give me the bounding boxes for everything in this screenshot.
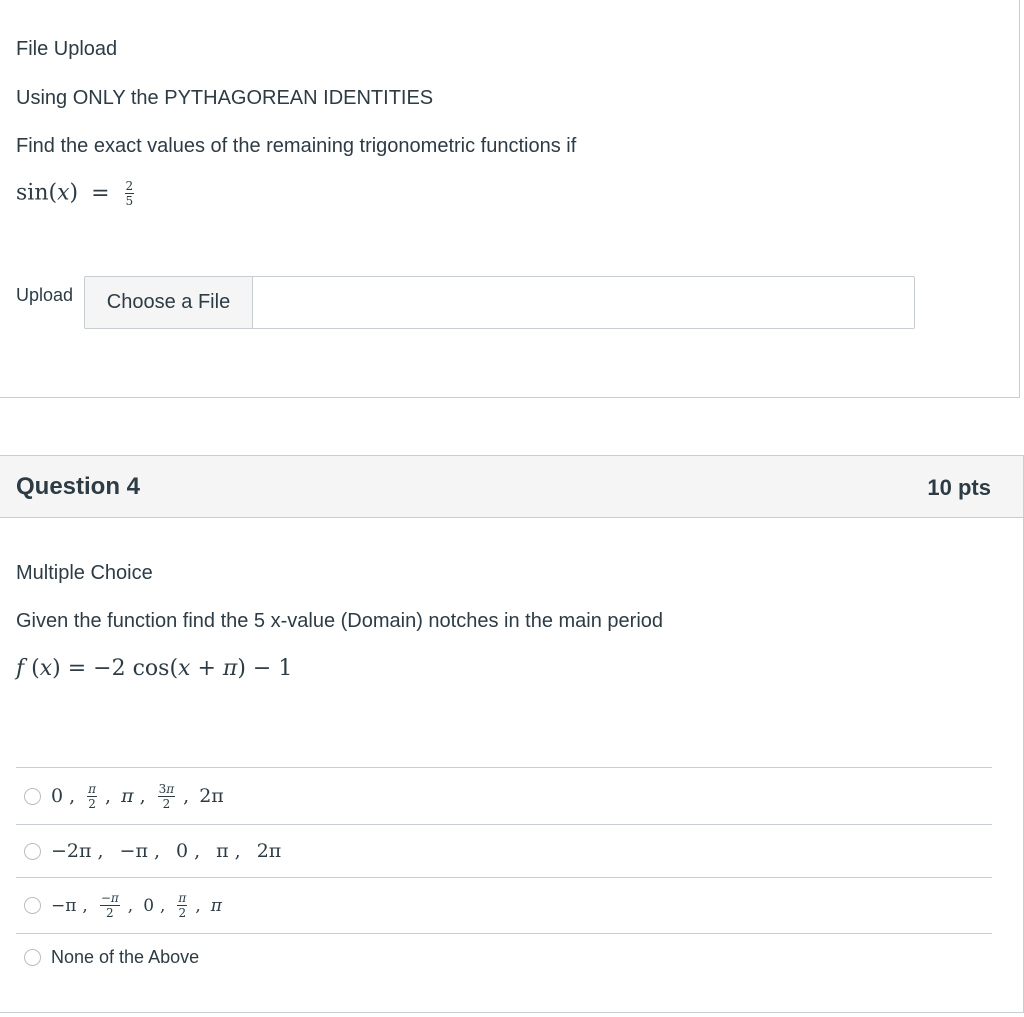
answer-text: None of the Above xyxy=(51,947,200,967)
answer-math: 0, π2, π, 3π 2, 2π xyxy=(51,781,224,811)
answer-option-1[interactable]: 0, π2, π, 3π 2, 2π xyxy=(16,767,992,824)
sin-equation: sin(x) = 2 5 xyxy=(16,179,135,208)
answer-math: −2π, −π, 0, π, 2π xyxy=(51,840,282,862)
answer-list: 0, π2, π, 3π 2, 2π −2π, −π, 0, π, 2π −π, … xyxy=(16,767,992,981)
radio-button[interactable] xyxy=(24,787,41,805)
question-points: 10 pts xyxy=(927,475,991,500)
radio-button[interactable] xyxy=(24,949,41,966)
answer-math: −π, −π 2, 0, π2, π xyxy=(51,891,222,920)
question-instruction: Using ONLY the PYTHAGOREAN IDENTITIES xyxy=(16,87,434,109)
choose-file-button[interactable]: Choose a File xyxy=(85,277,253,328)
question-title: Question 4 xyxy=(16,473,141,500)
answer-option-4[interactable]: None of the Above xyxy=(16,933,992,981)
question-4-panel: Question 4 10 pts Multiple Choice Given … xyxy=(0,455,1024,1013)
question-type-label: Multiple Choice xyxy=(16,562,153,584)
function-equation: f (x) = −2 cos(x + π) − 1 xyxy=(16,656,293,681)
radio-button[interactable] xyxy=(24,897,41,914)
question-3-panel: File Upload Using ONLY the PYTHAGOREAN I… xyxy=(0,0,1020,398)
question-prompt: Given the function find the 5 x-value (D… xyxy=(16,610,664,632)
upload-label: Upload xyxy=(16,285,74,305)
question-prompt: Find the exact values of the remaining t… xyxy=(16,135,577,157)
question-header: Question 4 10 pts xyxy=(0,456,1023,518)
radio-button[interactable] xyxy=(24,842,41,860)
answer-option-2[interactable]: −2π, −π, 0, π, 2π xyxy=(16,824,992,877)
file-upload-field[interactable]: Choose a File xyxy=(84,276,915,329)
question-type-label: File Upload xyxy=(16,38,118,60)
answer-option-3[interactable]: −π, −π 2, 0, π2, π xyxy=(16,877,992,933)
fraction: 2 5 xyxy=(124,179,135,208)
